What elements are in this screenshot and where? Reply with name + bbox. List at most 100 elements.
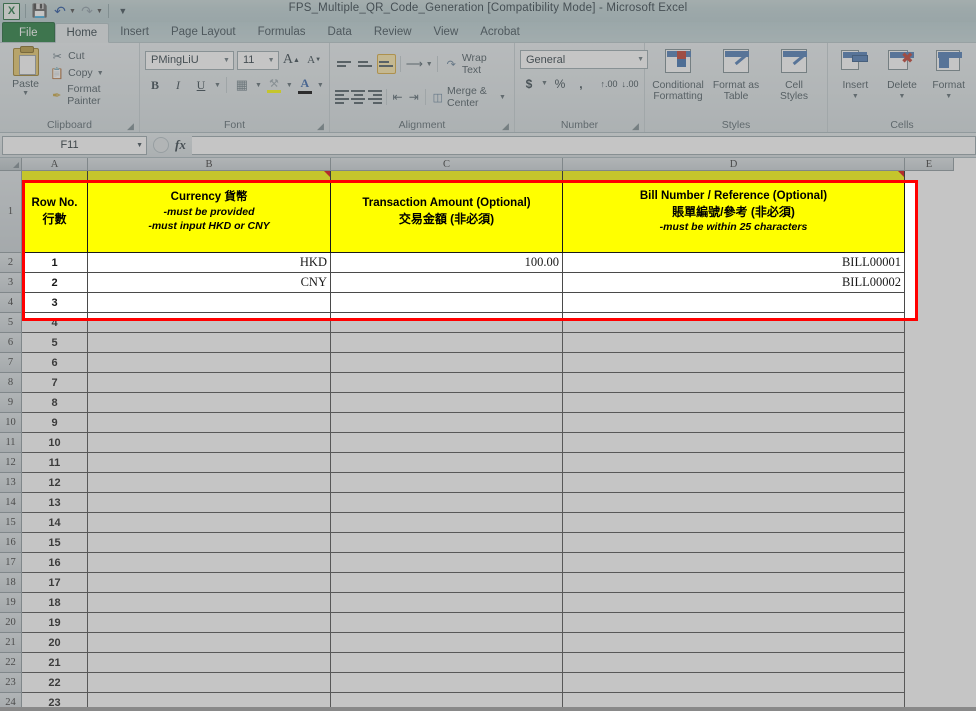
cell-d9[interactable] xyxy=(563,393,905,413)
row-header-16[interactable]: 16 xyxy=(0,533,22,553)
bold-button[interactable]: B xyxy=(145,75,165,95)
cell-d22[interactable] xyxy=(563,653,905,673)
delete-cells-dropdown-icon[interactable]: ▼ xyxy=(899,91,906,102)
font-color-button[interactable]: A xyxy=(296,76,314,94)
cell-a24[interactable]: 23 xyxy=(22,693,88,707)
column-header-a[interactable]: A xyxy=(22,158,88,171)
increase-indent-icon[interactable]: ⇥ xyxy=(407,87,421,107)
shrink-font-icon[interactable]: A▼ xyxy=(304,50,324,70)
cell-d13[interactable] xyxy=(563,473,905,493)
cell-b7[interactable] xyxy=(88,353,331,373)
row-header-11[interactable]: 11 xyxy=(0,433,22,453)
number-format-dropdown-icon[interactable]: ▼ xyxy=(637,56,644,63)
cell-d18[interactable] xyxy=(563,573,905,593)
cell-a8[interactable]: 7 xyxy=(22,373,88,393)
font-color-dropdown-icon[interactable]: ▼ xyxy=(317,82,324,89)
cell-b2[interactable]: HKD xyxy=(88,253,331,273)
tab-view[interactable]: View xyxy=(423,22,470,42)
row-header-1[interactable]: 1 xyxy=(0,171,22,253)
row-header-5[interactable]: 5 xyxy=(0,313,22,333)
row-header-17[interactable]: 17 xyxy=(0,553,22,573)
cell-b17[interactable] xyxy=(88,553,331,573)
cell-b19[interactable] xyxy=(88,593,331,613)
format-painter-button[interactable]: ✒ Format Painter xyxy=(50,83,132,107)
cell-d4[interactable] xyxy=(563,293,905,313)
tab-data[interactable]: Data xyxy=(317,22,363,42)
percent-format-button[interactable]: % xyxy=(551,74,569,93)
cell-b5[interactable] xyxy=(88,313,331,333)
comment-indicator-icon[interactable] xyxy=(898,171,904,177)
font-name-dropdown-icon[interactable]: ▼ xyxy=(223,57,230,64)
cell-d19[interactable] xyxy=(563,593,905,613)
cut-button[interactable]: ✂ Cut xyxy=(50,49,132,63)
currency-format-button[interactable]: $ xyxy=(520,74,538,93)
cell-a15[interactable]: 14 xyxy=(22,513,88,533)
cell-b22[interactable] xyxy=(88,653,331,673)
cell-c17[interactable] xyxy=(331,553,563,573)
cell-c15[interactable] xyxy=(331,513,563,533)
cell-d23[interactable] xyxy=(563,673,905,693)
cell-d6[interactable] xyxy=(563,333,905,353)
cell-c20[interactable] xyxy=(331,613,563,633)
cell-c19[interactable] xyxy=(331,593,563,613)
borders-dropdown-icon[interactable]: ▼ xyxy=(255,82,262,89)
row-header-23[interactable]: 23 xyxy=(0,673,22,693)
row-header-12[interactable]: 12 xyxy=(0,453,22,473)
paste-dropdown-icon[interactable]: ▼ xyxy=(22,90,29,97)
borders-icon[interactable]: ▦ xyxy=(232,75,252,95)
cell-d3[interactable]: BILL00002 xyxy=(563,273,905,293)
format-cells-dropdown-icon[interactable]: ▼ xyxy=(945,91,952,102)
cell-d17[interactable] xyxy=(563,553,905,573)
column-header-d[interactable]: D xyxy=(563,158,905,171)
cell-e15[interactable] xyxy=(905,513,954,533)
name-box-dropdown-icon[interactable]: ▼ xyxy=(136,142,143,149)
cell-c4[interactable] xyxy=(331,293,563,313)
cell-e4[interactable] xyxy=(905,293,954,313)
column-header-b[interactable]: B xyxy=(88,158,331,171)
header-cell-a[interactable]: Row No.行數 xyxy=(22,171,88,253)
cell-e6[interactable] xyxy=(905,333,954,353)
header-cell-b[interactable]: Currency 貨幣-must be provided-must input … xyxy=(88,171,331,253)
cell-e23[interactable] xyxy=(905,673,954,693)
cell-c16[interactable] xyxy=(331,533,563,553)
font-size-dropdown-icon[interactable]: ▼ xyxy=(268,57,275,64)
clipboard-dialog-launcher-icon[interactable]: ◢ xyxy=(127,122,136,131)
cell-c6[interactable] xyxy=(331,333,563,353)
cell-b13[interactable] xyxy=(88,473,331,493)
cell-b18[interactable] xyxy=(88,573,331,593)
number-format-combo[interactable]: General ▼ xyxy=(520,50,648,69)
increase-decimal-icon[interactable]: ↑.00 xyxy=(600,74,618,93)
cell-e21[interactable] xyxy=(905,633,954,653)
cell-b15[interactable] xyxy=(88,513,331,533)
merge-center-button[interactable]: ◫ Merge & Center ▼ xyxy=(430,83,509,111)
cell-d15[interactable] xyxy=(563,513,905,533)
cell-c12[interactable] xyxy=(331,453,563,473)
underline-button[interactable]: U xyxy=(191,75,211,95)
cell-d7[interactable] xyxy=(563,353,905,373)
cell-c24[interactable] xyxy=(331,693,563,707)
cell-d20[interactable] xyxy=(563,613,905,633)
cell-a13[interactable]: 12 xyxy=(22,473,88,493)
cell-d21[interactable] xyxy=(563,633,905,653)
align-left-icon[interactable] xyxy=(335,87,349,107)
cell-e7[interactable] xyxy=(905,353,954,373)
row-header-4[interactable]: 4 xyxy=(0,293,22,313)
cell-b14[interactable] xyxy=(88,493,331,513)
cell-b20[interactable] xyxy=(88,613,331,633)
cell-d12[interactable] xyxy=(563,453,905,473)
cell-e11[interactable] xyxy=(905,433,954,453)
grow-font-icon[interactable]: A▲ xyxy=(282,50,302,70)
font-name-combo[interactable]: PMingLiU ▼ xyxy=(145,51,234,70)
row-header-18[interactable]: 18 xyxy=(0,573,22,593)
column-header-e[interactable]: E xyxy=(905,158,954,171)
cell-e20[interactable] xyxy=(905,613,954,633)
cell-b10[interactable] xyxy=(88,413,331,433)
cell-c13[interactable] xyxy=(331,473,563,493)
row-header-22[interactable]: 22 xyxy=(0,653,22,673)
row-header-8[interactable]: 8 xyxy=(0,373,22,393)
cell-a17[interactable]: 16 xyxy=(22,553,88,573)
insert-cells-dropdown-icon[interactable]: ▼ xyxy=(852,91,859,102)
column-header-c[interactable]: C xyxy=(331,158,563,171)
cell-a16[interactable]: 15 xyxy=(22,533,88,553)
cell-a9[interactable]: 8 xyxy=(22,393,88,413)
